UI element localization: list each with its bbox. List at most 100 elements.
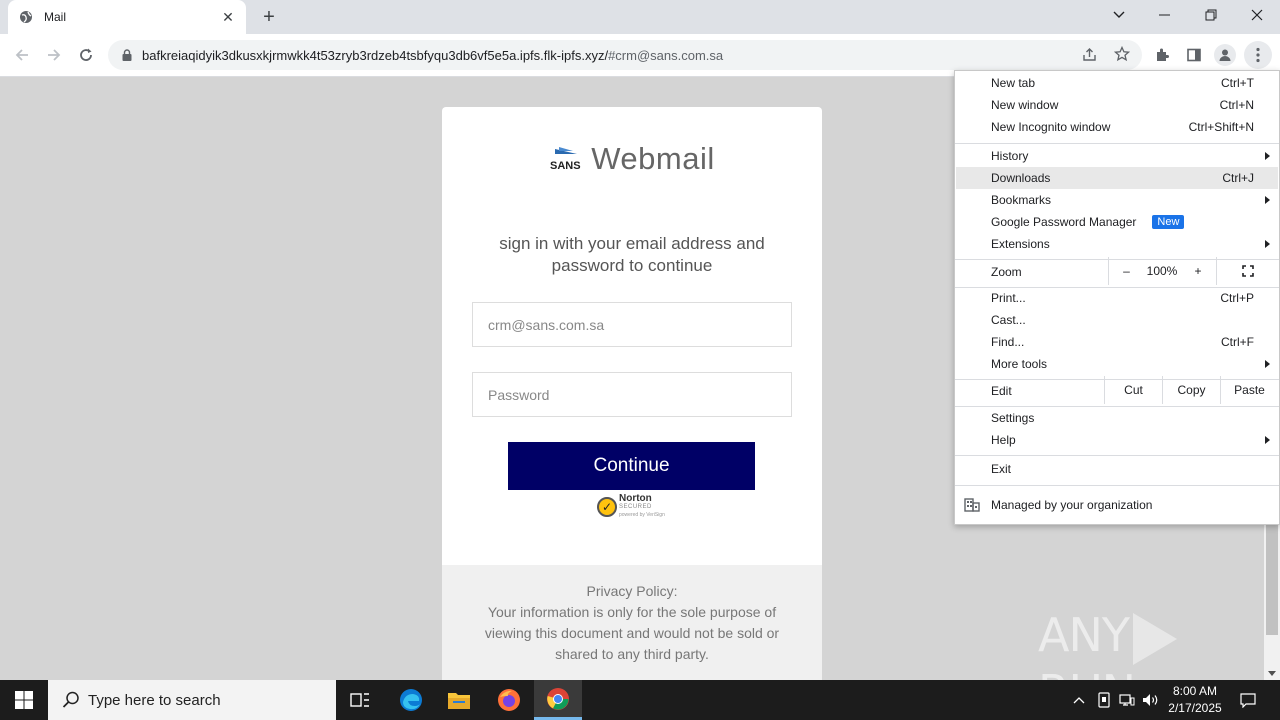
menu-item-bookmarks[interactable]: Bookmarks (956, 189, 1278, 211)
chrome-menu: New tab Ctrl+T New window Ctrl+N New Incog… (954, 70, 1280, 525)
norton-secured: SECURED (619, 504, 652, 510)
signin-instructions: sign in with your email address and pass… (499, 234, 765, 275)
cut-button[interactable]: Cut (1104, 376, 1162, 404)
network-icon[interactable] (1116, 680, 1138, 720)
zoom-out-button[interactable]: – (1108, 257, 1144, 285)
taskbar-search[interactable]: Type here to search (48, 680, 336, 720)
menu-item-new-tab[interactable]: New tab Ctrl+T (956, 72, 1278, 94)
menu-item-more-tools[interactable]: More tools (956, 353, 1278, 375)
tab-close-icon[interactable]: ✕ (220, 9, 236, 25)
submenu-arrow-icon (1265, 436, 1270, 444)
reload-icon[interactable] (73, 42, 99, 68)
paste-button[interactable]: Paste (1220, 376, 1278, 404)
share-icon[interactable] (1081, 45, 1099, 63)
zoom-in-button[interactable]: + (1180, 257, 1216, 285)
chrome-icon[interactable] (534, 680, 582, 720)
menu-item-settings[interactable]: Settings (956, 407, 1278, 429)
submenu-arrow-icon (1265, 196, 1270, 204)
play-icon (1132, 612, 1177, 665)
building-icon (964, 498, 980, 512)
show-hidden-icons-icon[interactable] (1068, 680, 1090, 720)
menu-zoom-row: Zoom – 100% + (956, 257, 1278, 285)
edit-label: Edit (991, 384, 1012, 398)
chrome-menu-icon[interactable] (1244, 41, 1272, 69)
file-explorer-icon[interactable] (435, 680, 483, 720)
menu-divider (955, 485, 1279, 486)
submenu-arrow-icon (1265, 152, 1270, 160)
fullscreen-icon[interactable] (1216, 257, 1278, 285)
lock-icon[interactable] (120, 48, 134, 62)
menu-item-new-incognito[interactable]: New Incognito window Ctrl+Shift+N (956, 116, 1278, 138)
brand-header: SANS Webmail (442, 141, 822, 177)
side-panel-icon[interactable] (1183, 44, 1205, 66)
minimize-icon[interactable] (1142, 0, 1188, 30)
submenu-arrow-icon (1265, 240, 1270, 248)
taskbar-clock[interactable]: 8:00 AM 2/17/2025 (1160, 683, 1230, 717)
profile-avatar-icon[interactable] (1214, 44, 1236, 66)
new-badge: New (1152, 215, 1185, 229)
globe-icon (18, 9, 34, 25)
submenu-arrow-icon (1265, 360, 1270, 368)
tab-search-icon[interactable] (1096, 0, 1142, 30)
menu-item-help[interactable]: Help (956, 429, 1278, 451)
logo-text: SANS (550, 160, 581, 172)
privacy-section: Privacy Policy: Your information is only… (442, 565, 822, 680)
continue-button[interactable]: Continue (508, 442, 755, 490)
menu-divider (955, 143, 1279, 144)
norton-powered: powered by VeriSign (619, 512, 665, 518)
email-field[interactable] (472, 302, 792, 347)
back-icon[interactable] (9, 42, 35, 68)
norton-title: Norton (619, 493, 652, 504)
firefox-icon[interactable] (485, 680, 533, 720)
extensions-icon[interactable] (1151, 44, 1173, 66)
scrollbar-thumb[interactable] (1266, 525, 1278, 635)
menu-item-password-manager[interactable]: Google Password Manager New (956, 211, 1278, 233)
device-icon[interactable] (1093, 680, 1115, 720)
menu-edit-row: Edit Cut Copy Paste (956, 376, 1278, 404)
clock-time: 8:00 AM (1172, 684, 1218, 698)
url-fragment: #crm@sans.com.sa (608, 47, 724, 63)
taskbar-search-placeholder: Type here to search (88, 691, 221, 709)
menu-item-extensions[interactable]: Extensions (956, 233, 1278, 255)
login-card: SANS Webmail sign in with your email add… (442, 107, 822, 680)
zoom-level: 100% (1146, 264, 1178, 278)
url-host: bafkreiaqidyik3dkusxkjrmwkk4t53zryb3rdze… (142, 47, 609, 63)
zoom-label: Zoom (991, 265, 1022, 279)
scroll-down-arrow-icon[interactable] (1268, 671, 1276, 676)
menu-item-cast[interactable]: Cast... (956, 309, 1278, 331)
volume-icon[interactable] (1140, 680, 1162, 720)
task-view-icon[interactable] (336, 680, 384, 720)
menu-item-history[interactable]: History (956, 145, 1278, 167)
url-text: bafkreiaqidyik3dkusxkjrmwkk4t53zryb3rdze… (142, 48, 723, 63)
menu-item-new-window[interactable]: New window Ctrl+N (956, 94, 1278, 116)
menu-item-print[interactable]: Print... Ctrl+P (956, 287, 1278, 309)
search-icon (62, 691, 79, 708)
windows-start-icon[interactable] (0, 680, 48, 720)
tab-title: Mail (44, 10, 67, 24)
norton-badge: ✓ Norton SECURED powered by VeriSign (597, 493, 667, 521)
tab-strip: Mail ✕ + (0, 0, 1280, 34)
clock-date: 2/17/2025 (1168, 701, 1222, 715)
restore-icon[interactable] (1188, 0, 1234, 30)
privacy-text: Your information is only for the sole pu… (484, 604, 780, 662)
menu-item-downloads[interactable]: Downloads Ctrl+J (956, 167, 1278, 189)
address-bar[interactable]: bafkreiaqidyik3dkusxkjrmwkk4t53zryb3rdze… (108, 40, 1142, 70)
sans-logo: SANS (549, 145, 583, 173)
checkmark-icon: ✓ (597, 497, 617, 517)
menu-item-managed[interactable]: Managed by your organization (956, 494, 1278, 516)
edge-icon[interactable] (387, 680, 435, 720)
brand-name: Webmail (591, 141, 715, 176)
privacy-title: Privacy Policy: (586, 583, 678, 599)
bookmark-star-icon[interactable] (1113, 45, 1131, 63)
menu-divider (955, 455, 1279, 456)
notifications-icon[interactable] (1234, 680, 1262, 720)
password-field[interactable] (472, 372, 792, 417)
forward-icon[interactable] (41, 42, 67, 68)
new-tab-icon[interactable]: + (259, 7, 279, 27)
window-close-icon[interactable] (1234, 0, 1280, 30)
windows-taskbar: Type here to search 8:00 AM 2/17/2025 (0, 680, 1280, 720)
browser-tab[interactable]: Mail ✕ (8, 0, 246, 34)
menu-item-find[interactable]: Find... Ctrl+F (956, 331, 1278, 353)
menu-item-exit[interactable]: Exit (956, 458, 1278, 480)
copy-button[interactable]: Copy (1162, 376, 1220, 404)
